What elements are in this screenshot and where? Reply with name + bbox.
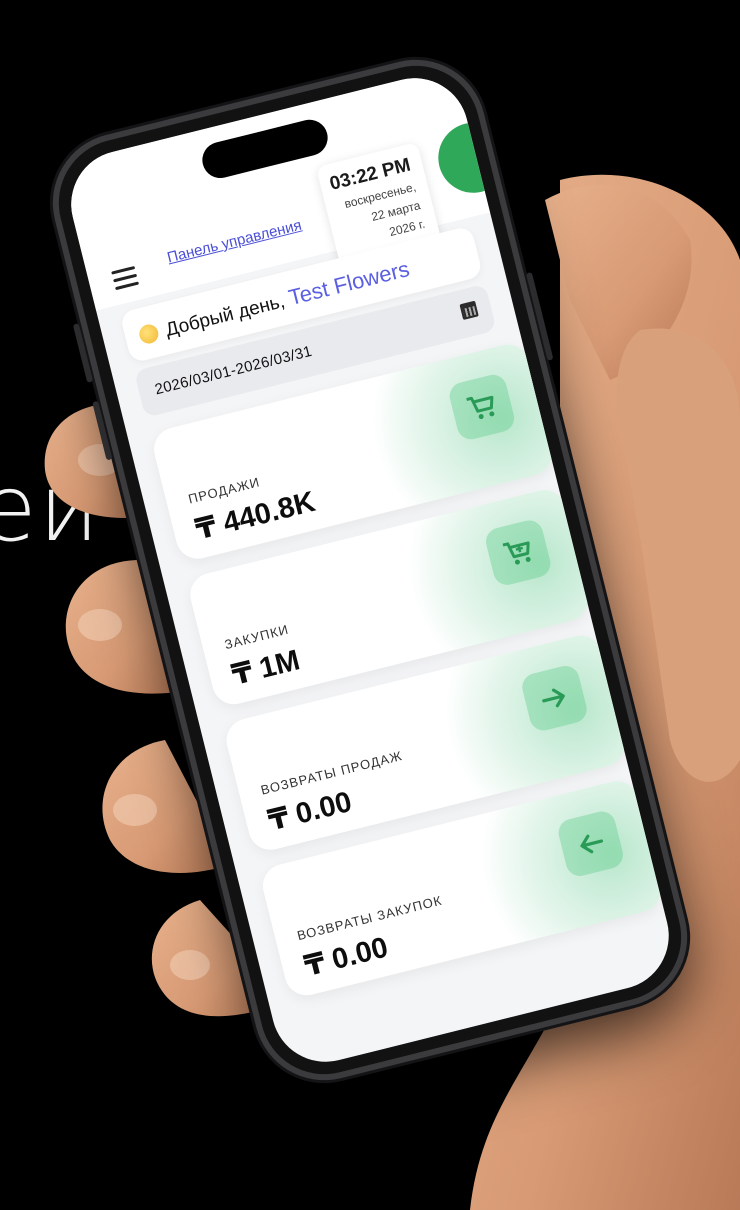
green-action-button[interactable] — [430, 115, 516, 201]
sun-face-icon — [137, 322, 161, 346]
phone-side-button — [92, 400, 113, 461]
calendar-icon[interactable] — [459, 300, 479, 321]
phone-side-button — [72, 323, 94, 383]
company-name: Test Flowers — [286, 256, 412, 311]
app-screen: Панель управления 03:22 PM воскресенье, … — [59, 66, 681, 1074]
greeting-text: Добрый день, — [163, 289, 293, 341]
card-glow — [441, 776, 666, 988]
phone-frame: Панель управления 03:22 PM воскресенье, … — [45, 52, 695, 1088]
dashboard-link[interactable]: Панель управления — [166, 217, 304, 267]
menu-icon[interactable] — [111, 265, 140, 291]
phone-side-button — [525, 272, 554, 361]
stat-value: ₸ 1M — [228, 644, 304, 692]
background-partial-text: ей — [0, 455, 102, 562]
